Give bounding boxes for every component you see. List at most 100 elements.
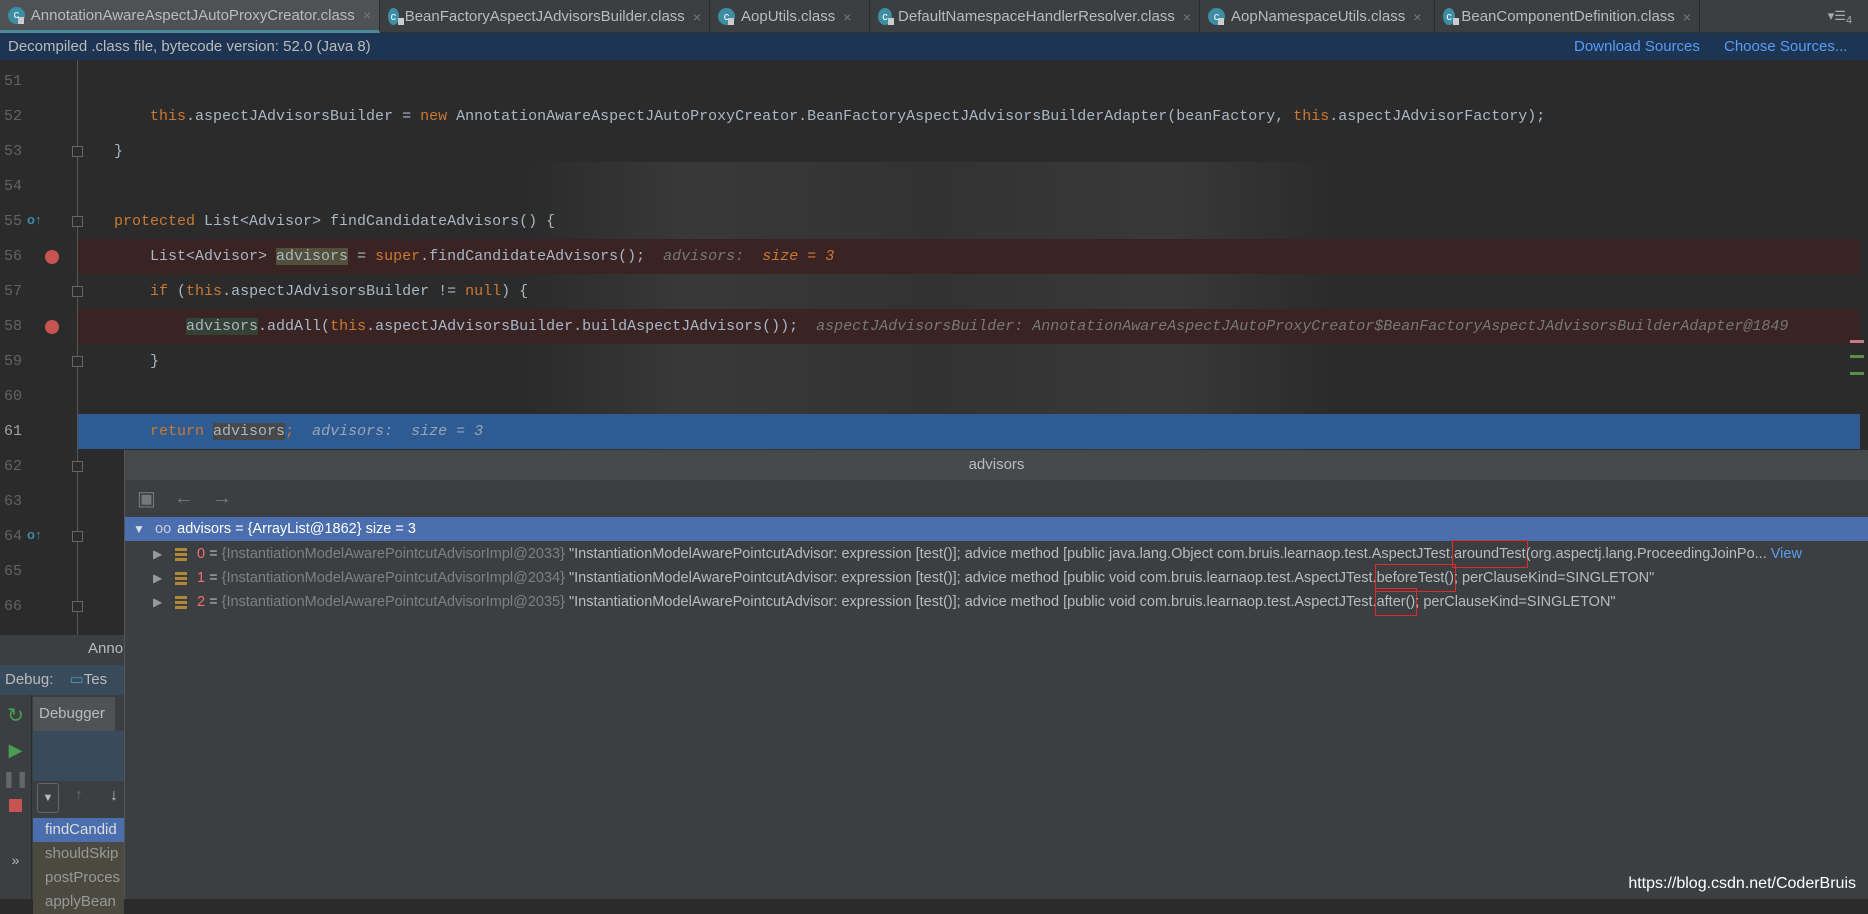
close-icon[interactable]: ×: [363, 7, 371, 23]
tree-item[interactable]: ▶ 1 = {InstantiationModelAwarePointcutAdv…: [125, 564, 1868, 592]
expand-arrow-icon[interactable]: ▼: [133, 517, 149, 541]
code-line-53: }: [114, 143, 124, 160]
code-line-56: List<Advisor> advisors = super.findCandi…: [78, 239, 1860, 274]
tab-bean-component-definition[interactable]: c BeanComponentDefinition.class ×: [1435, 0, 1700, 33]
close-icon[interactable]: ×: [693, 9, 701, 25]
close-icon[interactable]: ×: [1183, 9, 1191, 25]
fold-icon[interactable]: [72, 286, 83, 297]
debug-toolbar: Debug: ▭Tes: [0, 665, 124, 695]
pause-icon[interactable]: ❚❚: [0, 769, 31, 789]
close-icon[interactable]: ×: [1683, 9, 1691, 25]
breakpoint-icon[interactable]: [45, 250, 59, 264]
class-icon: c: [8, 6, 25, 24]
line-number: 65: [4, 563, 23, 580]
view-link[interactable]: View: [1771, 542, 1802, 566]
override-icon[interactable]: o↑: [27, 527, 41, 542]
tab-aop-utils[interactable]: c AopUtils.class ×: [710, 0, 870, 33]
field-icon: [175, 571, 187, 585]
dropdown-icon[interactable]: ▼: [37, 783, 59, 813]
tab-list-menu-icon[interactable]: ▾☰4: [1828, 8, 1852, 27]
scroll-marker[interactable]: [1850, 372, 1864, 375]
scroll-marker[interactable]: [1850, 340, 1864, 343]
watermark: https://blog.csdn.net/CoderBruis: [1628, 875, 1856, 892]
watch-glasses-icon: oo: [155, 521, 172, 537]
choose-sources-link[interactable]: Choose Sources...: [1724, 38, 1847, 55]
line-number: 59: [4, 353, 23, 370]
highlighted-method: after(): [1374, 588, 1418, 616]
code-line-52: this.aspectJAdvisorsBuilder = new Annota…: [150, 108, 1546, 125]
highlighted-method: aroundTest: [1451, 540, 1528, 568]
stack-frame[interactable]: shouldSkip: [33, 842, 124, 866]
override-icon[interactable]: o↑: [27, 212, 41, 227]
back-arrow-icon[interactable]: ←: [174, 487, 194, 510]
close-icon[interactable]: ×: [1413, 9, 1421, 25]
tree-item[interactable]: ▶ 2 = {InstantiationModelAwarePointcutAdv…: [125, 588, 1868, 616]
expand-arrow-icon[interactable]: ▶: [153, 542, 169, 566]
fold-icon[interactable]: [72, 146, 83, 157]
tab-namespace-handler[interactable]: c DefaultNamespaceHandlerResolver.class ×: [870, 0, 1200, 33]
breakpoint-icon[interactable]: [45, 320, 59, 334]
down-arrow-icon[interactable]: ↓: [110, 787, 118, 805]
tab-aop-namespace-utils[interactable]: c AopNamespaceUtils.class ×: [1200, 0, 1435, 33]
decompiled-info-bar: Decompiled .class file, bytecode version…: [0, 33, 1868, 60]
fold-icon[interactable]: [72, 461, 83, 472]
code-line-59: }: [150, 353, 160, 370]
code-line-61-execution-point: return advisors; advisors: size = 3: [78, 414, 1860, 449]
tree-root-advisors[interactable]: ▼ oo advisors = {ArrayList@1862} size = …: [125, 517, 1868, 541]
stack-frame[interactable]: applyBean: [33, 890, 124, 914]
expand-arrow-icon[interactable]: ▶: [153, 590, 169, 614]
line-number: 57: [4, 283, 23, 300]
fold-icon[interactable]: [72, 601, 83, 612]
tab-bean-factory-builder[interactable]: c BeanFactoryAspectJAdvisorsBuilder.class…: [380, 0, 710, 33]
fold-icon[interactable]: [72, 356, 83, 367]
forward-arrow-icon[interactable]: →: [212, 487, 232, 510]
line-number: 63: [4, 493, 23, 510]
expand-arrow-icon[interactable]: ▶: [153, 566, 169, 590]
line-number: 61: [4, 423, 23, 440]
fold-icon[interactable]: [72, 216, 83, 227]
line-number: 66: [4, 598, 23, 615]
folder-icon[interactable]: ▣: [137, 486, 156, 511]
scroll-marker[interactable]: [1850, 355, 1864, 358]
field-icon: [175, 595, 187, 609]
line-number: 60: [4, 388, 23, 405]
debug-config-tab[interactable]: Tes: [84, 671, 107, 688]
close-icon[interactable]: ×: [843, 9, 851, 25]
editor-tabs: c AnnotationAwareAspectJAutoProxyCreator.…: [0, 0, 1868, 33]
up-arrow-icon[interactable]: ↑: [75, 787, 83, 805]
class-icon: c: [1443, 8, 1460, 25]
code-line-57: if (this.aspectJAdvisorsBuilder != null)…: [150, 283, 529, 300]
field-icon: [175, 547, 187, 561]
code-line-58: advisors.addAll(this.aspectJAdvisorsBuil…: [78, 309, 1860, 344]
tab-annotation-aware[interactable]: c AnnotationAwareAspectJAutoProxyCreator.…: [0, 0, 380, 33]
download-sources-link[interactable]: Download Sources: [1574, 38, 1700, 55]
inspect-popup[interactable]: advisors ▣ ← → ▼ oo advisors = {ArrayLis…: [124, 450, 1868, 899]
line-number: 53: [4, 143, 23, 160]
rerun-icon[interactable]: ↻: [0, 703, 31, 728]
line-number: 64: [4, 528, 23, 545]
stack-frame[interactable]: findCandid: [33, 818, 124, 842]
class-icon: c: [718, 8, 735, 25]
stop-icon[interactable]: [9, 799, 22, 812]
stack-frame[interactable]: postProces: [33, 866, 124, 890]
line-number: 58: [4, 318, 23, 335]
resume-icon[interactable]: ▶: [0, 740, 31, 761]
run-config-icon: ▭: [69, 671, 84, 688]
popup-toolbar: ▣ ← →: [125, 480, 1868, 517]
line-number: 62: [4, 458, 23, 475]
code-line-55: protected List<Advisor> findCandidateAdv…: [114, 213, 556, 230]
debugger-tab[interactable]: Debugger: [33, 697, 115, 731]
line-number: 52: [4, 108, 23, 125]
class-icon: c: [388, 8, 404, 25]
editor-tab-anno[interactable]: Anno: [88, 640, 123, 657]
threads-selector[interactable]: [33, 731, 124, 781]
line-number: 54: [4, 178, 23, 195]
more-icon[interactable]: »: [0, 852, 31, 868]
tree-item[interactable]: ▶ 0 = {InstantiationModelAwarePointcutAdv…: [125, 540, 1868, 568]
debug-actions: ↻ ▶ ❚❚ »: [0, 695, 32, 899]
fold-icon[interactable]: [72, 531, 83, 542]
class-icon: c: [1208, 8, 1225, 25]
popup-title: advisors: [125, 450, 1868, 480]
debug-panel: Anno Debug: ▭Tes ↻ ▶ ❚❚ » Debugger ▼ ↑ ↓…: [0, 635, 124, 914]
